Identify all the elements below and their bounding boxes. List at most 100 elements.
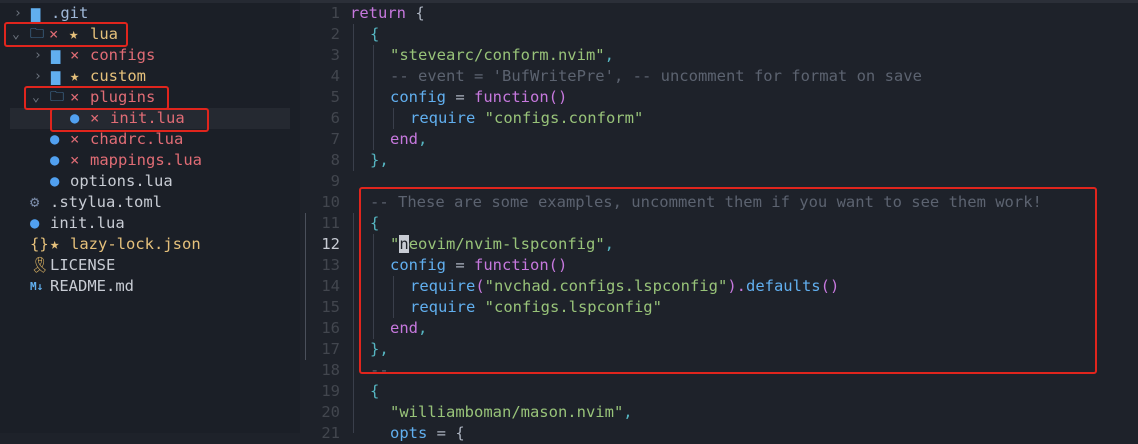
folder-icon: ▆ — [31, 4, 41, 22]
star-icon: ★ — [70, 67, 80, 85]
keyword-token: function — [474, 88, 549, 106]
code-line-20: "williamboman/mason.nvim", — [390, 402, 633, 423]
code-line-2: { — [370, 24, 379, 45]
highlight-box-plugins — [24, 86, 169, 110]
file-explorer: › ▆ .git ⌄ 🗀 × ★ lua › ▆ × configs › ▆ ★… — [0, 0, 300, 433]
tree-item-label: LICENSE — [50, 256, 116, 274]
comma-token: , — [604, 46, 614, 64]
string-token: "stevearc/conform.nvim" — [390, 46, 605, 64]
chevron-right-icon[interactable]: › — [34, 45, 42, 66]
line-number: 18 — [321, 361, 340, 379]
license-icon: 🎗 — [30, 256, 50, 274]
chevron-right-icon[interactable]: › — [14, 3, 22, 24]
markdown-icon: M↓ — [30, 280, 44, 293]
lua-file-icon: ● — [50, 130, 60, 148]
line-number: 6 — [330, 109, 340, 127]
indent-guide — [353, 213, 354, 433]
tree-item-root-init-lua[interactable]: ● init.lua — [0, 213, 300, 234]
current-line-number: 12 — [321, 235, 340, 253]
code-line-3: "stevearc/conform.nvim", — [390, 45, 614, 66]
line-number: 4 — [330, 67, 340, 85]
highlight-box-init-lua — [50, 108, 209, 132]
modified-icon: × — [70, 151, 80, 169]
tree-item-label: .git — [51, 4, 89, 22]
tree-item-chadrc[interactable]: ● × chadrc.lua — [0, 129, 300, 150]
line-number: 2 — [330, 25, 340, 43]
tree-item-label: lazy-lock.json — [70, 235, 201, 253]
tree-item-options[interactable]: ● options.lua — [0, 171, 300, 192]
comment-token: -- event = 'BufWritePre', -- uncomment f… — [390, 67, 922, 85]
brace-token: }, — [370, 151, 389, 169]
comma-token: , — [418, 130, 428, 148]
code-line-8: }, — [370, 150, 389, 171]
comma-token: , — [623, 403, 633, 421]
brace-token: { — [370, 382, 380, 400]
highlight-box-code — [359, 187, 1097, 374]
line-number: 5 — [330, 88, 340, 106]
code-line-7: end, — [390, 129, 427, 150]
lua-file-icon: ● — [30, 214, 40, 232]
line-number: 21 — [321, 424, 340, 442]
tree-item-mappings[interactable]: ● × mappings.lua — [0, 150, 300, 171]
fold-guide — [305, 213, 306, 360]
tree-item-label: README.md — [50, 277, 134, 295]
chevron-right-icon[interactable]: › — [34, 66, 42, 87]
tree-item-label: mappings.lua — [90, 151, 202, 169]
code-line-19: { — [370, 381, 379, 402]
tree-item-label: chadrc.lua — [90, 130, 184, 148]
tree-item-git[interactable]: › ▆ .git — [0, 3, 300, 24]
indent-guide — [393, 108, 394, 129]
string-token: "williamboman/mason.nvim" — [390, 403, 624, 421]
code-line-4: -- event = 'BufWritePre', -- uncomment f… — [390, 66, 922, 87]
folder-icon: ▆ — [51, 46, 61, 64]
tree-item-configs[interactable]: › ▆ × configs — [0, 45, 300, 66]
keyword-token: end — [390, 130, 418, 148]
indent-guide — [373, 45, 374, 150]
line-number: 16 — [321, 319, 340, 337]
tree-item-license[interactable]: 🎗 LICENSE — [0, 255, 300, 276]
json-file-icon: {} — [30, 235, 49, 253]
line-number: 7 — [330, 130, 340, 148]
modified-icon: × — [70, 46, 80, 64]
line-number: 8 — [330, 151, 340, 169]
editor-top-border — [300, 0, 1138, 3]
modified-icon: × — [70, 130, 80, 148]
code-line-5: config = function() — [390, 87, 567, 108]
folder-icon: ▆ — [51, 67, 61, 85]
highlight-box-lua — [4, 22, 128, 47]
line-number: 11 — [321, 214, 340, 232]
line-number: 13 — [321, 256, 340, 274]
star-icon: ★ — [50, 235, 60, 253]
line-number: 20 — [321, 403, 340, 421]
tree-item-stylua[interactable]: ⚙ .stylua.toml — [0, 192, 300, 213]
lua-file-icon: ● — [50, 172, 60, 190]
line-number: 15 — [321, 298, 340, 316]
operator-token: = { — [427, 424, 465, 442]
line-number: 3 — [330, 46, 340, 64]
function-token: require — [410, 109, 476, 127]
tree-item-label: init.lua — [50, 214, 125, 232]
string-token: "configs.conform" — [475, 109, 644, 127]
tree-item-label: custom — [90, 67, 146, 85]
indent-guide — [353, 24, 354, 171]
line-number: 10 — [321, 193, 340, 211]
operator-token: { — [406, 4, 425, 22]
operator-token: = — [446, 88, 474, 106]
tree-item-lazy-lock[interactable]: {} ★ lazy-lock.json — [0, 234, 300, 255]
variable-token: opts — [390, 424, 428, 442]
code-editor[interactable]: 1 2 3 4 5 6 7 8 9 10 11 12 13 14 15 16 1… — [300, 0, 1138, 442]
line-number: 9 — [330, 172, 340, 190]
lua-file-icon: ● — [50, 151, 60, 169]
code-line-1: return { — [350, 3, 425, 24]
keyword-token: return — [350, 4, 406, 22]
tree-item-label: configs — [90, 46, 156, 64]
tree-item-custom[interactable]: › ▆ ★ custom — [0, 66, 300, 87]
tree-item-label: options.lua — [70, 172, 173, 190]
paren-token: () — [548, 88, 568, 106]
line-number: 14 — [321, 277, 340, 295]
line-number: 17 — [321, 340, 340, 358]
variable-token: config — [390, 88, 446, 106]
code-line-21: opts = { — [390, 423, 465, 444]
line-number: 1 — [330, 4, 340, 22]
tree-item-readme[interactable]: M↓ README.md — [0, 276, 300, 297]
